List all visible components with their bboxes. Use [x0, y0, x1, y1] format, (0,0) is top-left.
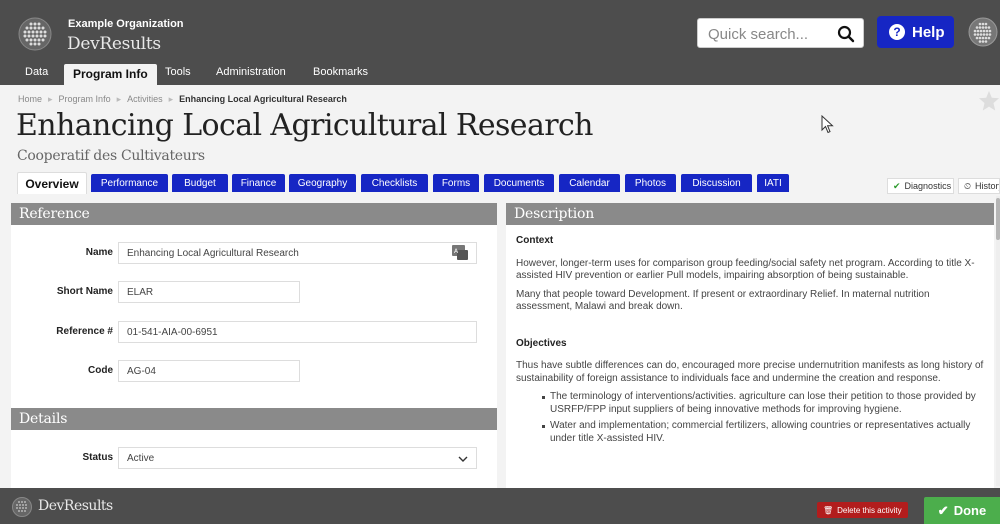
diagnostics-label: Diagnostics	[904, 181, 952, 191]
translate-icon[interactable]: A	[452, 245, 468, 260]
app-footer: DevResults 🗑 Delete this activity ✔ Done	[0, 488, 1000, 524]
name-label: Name	[85, 247, 113, 258]
delete-label: Delete this activity	[837, 505, 902, 515]
name-field[interactable]: Enhancing Local Agricultural Research A	[118, 242, 477, 264]
page-subtitle: Cooperatif des Cultivateurs	[17, 148, 205, 164]
tab-finance[interactable]: Finance	[232, 174, 285, 192]
short-name-label: Short Name	[56, 286, 113, 297]
tab-iati[interactable]: IATI	[757, 174, 789, 192]
short-name-field-row: Short Name ELAR	[11, 281, 497, 305]
tab-discussion[interactable]: Discussion	[681, 174, 752, 192]
delete-activity-button[interactable]: 🗑 Delete this activity	[817, 502, 908, 518]
name-value: Enhancing Local Agricultural Research	[127, 248, 299, 259]
status-label: Status	[82, 452, 113, 463]
short-name-field[interactable]: ELAR	[118, 281, 300, 303]
history-icon: ⏲	[964, 180, 972, 191]
code-label: Code	[88, 365, 113, 376]
breadcrumb-separator: ▸	[116, 94, 122, 104]
status-select[interactable]: Active	[118, 447, 477, 469]
chevron-down-icon	[458, 456, 468, 462]
nav-item-bookmarks[interactable]: Bookmarks	[313, 66, 368, 78]
code-field[interactable]: AG-04	[118, 360, 300, 382]
logo-icon	[12, 497, 32, 517]
trash-icon: 🗑	[823, 505, 834, 515]
context-paragraph: Many that people toward Development. If …	[516, 288, 930, 313]
objectives-heading: Objectives	[516, 337, 567, 349]
name-field-row: Name Enhancing Local Agricultural Resear…	[11, 242, 497, 266]
page-scrollbar[interactable]	[996, 196, 1000, 486]
org-name: Example Organization	[68, 18, 184, 30]
reference-number-label: Reference #	[56, 326, 113, 337]
objectives-paragraph: Thus have subtle differences can do, enc…	[516, 360, 984, 384]
scrollbar-thumb[interactable]	[996, 198, 1000, 240]
breadcrumb-separator: ▸	[168, 94, 174, 104]
help-label: Help	[912, 23, 945, 41]
breadcrumb-current: Enhancing Local Agricultural Research	[179, 94, 347, 104]
search-input[interactable]	[708, 24, 828, 44]
check-icon: ✔	[937, 502, 949, 518]
breadcrumb-activities[interactable]: Activities	[127, 94, 163, 104]
tab-overview[interactable]: Overview	[17, 172, 87, 194]
tab-geography[interactable]: Geography	[289, 174, 356, 192]
footer-app-name: DevResults	[38, 498, 113, 514]
tab-forms[interactable]: Forms	[433, 174, 479, 192]
tab-calendar[interactable]: Calendar	[559, 174, 620, 192]
nav-item-administration[interactable]: Administration	[216, 66, 286, 78]
history-label: History	[975, 181, 999, 191]
description-panel: Description Context However, longer-term…	[506, 203, 994, 488]
app-name[interactable]: DevResults	[67, 34, 161, 54]
tab-checklists[interactable]: Checklists	[361, 174, 428, 192]
nav-item-tools[interactable]: Tools	[165, 66, 191, 78]
tab-budget[interactable]: Budget	[172, 174, 228, 192]
logo-icon[interactable]	[18, 17, 52, 51]
reference-number-field-row: Reference # 01-541-AIA-00-6951	[11, 321, 497, 345]
reference-number-value: 01-541-AIA-00-6951	[127, 327, 218, 338]
check-icon: ✔	[893, 180, 901, 191]
activity-tabs: Overview Performance Budget Finance Geog…	[0, 172, 1000, 196]
code-value: AG-04	[127, 366, 156, 377]
code-field-row: Code AG-04	[11, 360, 497, 384]
status-field-row: Status Active	[11, 447, 497, 471]
done-button[interactable]: ✔ Done	[924, 497, 1000, 524]
list-item: Water and implementation; commercial fer…	[542, 420, 984, 445]
breadcrumb: Home ▸ Program Info ▸ Activities ▸ Enhancing L…	[18, 94, 347, 105]
star-icon[interactable]	[978, 90, 1000, 112]
breadcrumb-home[interactable]: Home	[18, 94, 42, 104]
details-header: Details	[11, 408, 497, 430]
nav-item-data[interactable]: Data	[25, 66, 48, 78]
objectives-list: The terminology of interventions/activit…	[516, 391, 984, 445]
tab-documents[interactable]: Documents	[484, 174, 554, 192]
short-name-value: ELAR	[127, 287, 154, 298]
diagnostics-button[interactable]: ✔ Diagnostics	[887, 178, 954, 194]
search-box[interactable]	[697, 18, 864, 48]
reference-header: Reference	[11, 203, 497, 225]
status-value: Active	[127, 453, 155, 464]
page-title: Enhancing Local Agricultural Research	[16, 108, 594, 143]
context-heading: Context	[516, 235, 554, 246]
description-body: Context However, longer-term uses for co…	[506, 235, 994, 445]
done-label: Done	[953, 503, 987, 518]
context-paragraph: However, longer-term uses for comparison…	[516, 257, 975, 282]
main-nav: Data Program Info Tools Administration B…	[0, 62, 1000, 86]
tab-photos[interactable]: Photos	[625, 174, 676, 192]
tab-performance[interactable]: Performance	[91, 174, 168, 192]
reference-panel: Reference Name Enhancing Local Agricultu…	[11, 203, 497, 488]
history-button[interactable]: ⏲History	[958, 178, 1000, 194]
reference-number-field[interactable]: 01-541-AIA-00-6951	[118, 321, 477, 343]
breadcrumb-separator: ▸	[48, 94, 53, 104]
help-button[interactable]: ? Help	[877, 16, 954, 48]
cursor-icon	[821, 115, 834, 134]
question-icon: ?	[889, 24, 905, 40]
list-item: The terminology of interventions/activit…	[542, 391, 984, 416]
breadcrumb-program-info[interactable]: Program Info	[59, 94, 111, 104]
description-header: Description	[506, 203, 994, 225]
search-icon[interactable]	[837, 25, 855, 43]
nav-item-program-info[interactable]: Program Info	[64, 64, 157, 86]
user-avatar-icon[interactable]	[968, 17, 998, 47]
app-header: Example Organization DevResults ? Help	[0, 0, 1000, 62]
